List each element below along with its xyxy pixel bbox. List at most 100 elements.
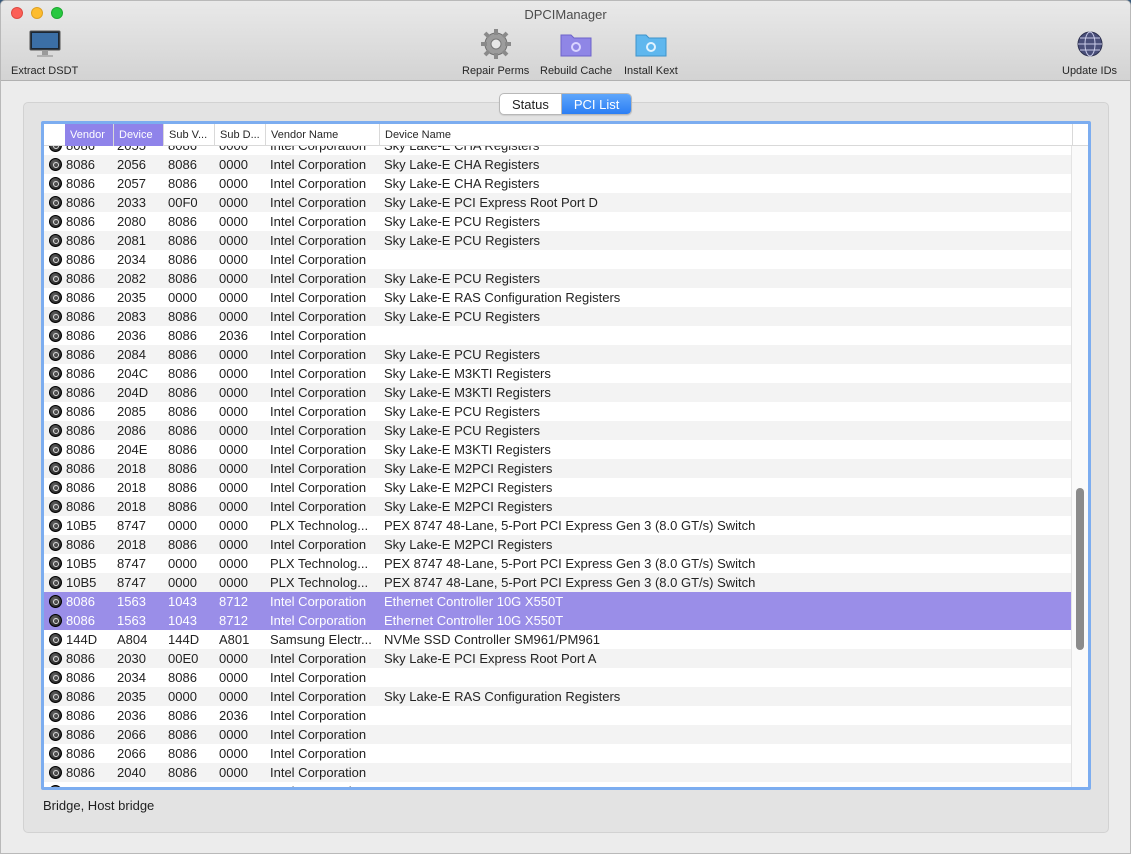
column-header-device[interactable]: Device — [114, 124, 164, 146]
table-row[interactable]: 8086 2057 8086 0000 Intel Corporation Sky Lak… — [44, 174, 1074, 193]
table-row[interactable]: 8086 2086 8086 0000 Intel Corporation Sky Lak… — [44, 421, 1074, 440]
table-row[interactable]: 8086 2030 00E0 0000 Intel Corporation Sky Lak… — [44, 649, 1074, 668]
device-info-icon[interactable] — [49, 652, 62, 665]
column-header-sub-vendor[interactable]: Sub V... — [164, 124, 215, 146]
install-kext-button[interactable]: Install Kext — [624, 27, 678, 77]
table-row[interactable]: 8086 2085 8086 0000 Intel Corporation Sky Lak… — [44, 402, 1074, 421]
device-info-icon[interactable] — [49, 633, 62, 646]
device-info-icon[interactable] — [49, 538, 62, 551]
device-info-icon[interactable] — [49, 519, 62, 532]
cell-sub-vendor: 8086 — [168, 366, 197, 381]
table-row[interactable]: 8086 204D 8086 0000 Intel Corporation Sky Lak… — [44, 383, 1074, 402]
table-row[interactable]: 8086 2066 8086 0000 Intel Corporation — [44, 744, 1074, 763]
extract-dsdt-button[interactable]: Extract DSDT — [11, 27, 78, 77]
table-row[interactable]: 8086 2083 8086 0000 Intel Corporation Sky Lak… — [44, 307, 1074, 326]
rebuild-cache-button[interactable]: Rebuild Cache — [540, 27, 612, 77]
table-row[interactable]: 8086 2036 8086 2036 Intel Corporation — [44, 706, 1074, 725]
cell-sub-device: 0000 — [219, 727, 248, 742]
table-row[interactable]: 8086 2018 8086 0000 Intel Corporation Sky Lak… — [44, 497, 1074, 516]
column-header-vendor[interactable]: Vendor — [65, 124, 114, 146]
cell-vendor-name: Intel Corporation — [270, 727, 367, 742]
tab-status[interactable]: Status — [500, 94, 561, 114]
table-row[interactable]: 8086 204C 8086 0000 Intel Corporation Sky Lak… — [44, 364, 1074, 383]
table-row[interactable]: 8086 2018 8086 0000 Intel Corporation Sky Lak… — [44, 535, 1074, 554]
table-row[interactable]: 8086 2018 8086 0000 Intel Corporation Sky Lak… — [44, 478, 1074, 497]
device-info-icon[interactable] — [49, 614, 62, 627]
install-kext-label: Install Kext — [624, 65, 678, 77]
device-info-icon[interactable] — [49, 367, 62, 380]
device-info-icon[interactable] — [49, 272, 62, 285]
repair-perms-button[interactable]: Repair Perms — [462, 27, 529, 77]
table-row[interactable]: 8086 2034 8086 0000 Intel Corporation — [44, 250, 1074, 269]
table-row[interactable]: 8086 2036 8086 2036 Intel Corporation — [44, 326, 1074, 345]
device-info-icon[interactable] — [49, 146, 62, 152]
table-row[interactable]: 8086 2034 8086 0000 Intel Corporation — [44, 668, 1074, 687]
cell-sub-device: 0000 — [219, 366, 248, 381]
table-row[interactable]: 8086 204E 8086 0000 Intel Corporation Sky Lak… — [44, 440, 1074, 459]
table-row[interactable]: 8086 2082 8086 0000 Intel Corporation Sky Lak… — [44, 269, 1074, 288]
device-info-icon[interactable] — [49, 215, 62, 228]
table-row[interactable]: 8086 2040 8086 0000 Intel Corporation — [44, 763, 1074, 782]
update-ids-button[interactable]: Update IDs — [1062, 27, 1117, 77]
table-row[interactable]: 8086 2081 8086 0000 Intel Corporation Sky Lak… — [44, 231, 1074, 250]
table-row[interactable]: 8086 2018 8086 0000 Intel Corporation Sky Lak… — [44, 459, 1074, 478]
device-info-icon[interactable] — [49, 253, 62, 266]
cell-sub-device: 0000 — [219, 499, 248, 514]
table-body[interactable]: 8086205580860000Intel CorporationSky Lak… — [44, 146, 1074, 787]
cell-sub-vendor: 8086 — [168, 157, 197, 172]
device-info-icon[interactable] — [49, 158, 62, 171]
device-info-icon[interactable] — [49, 310, 62, 323]
table-row[interactable]: 8086 2056 8086 0000 Intel Corporation Sky Lak… — [44, 155, 1074, 174]
device-info-icon[interactable] — [49, 291, 62, 304]
device-info-icon[interactable] — [49, 709, 62, 722]
device-info-icon[interactable] — [49, 785, 62, 787]
device-info-icon[interactable] — [49, 329, 62, 342]
column-header-vendor-name[interactable]: Vendor Name — [266, 124, 380, 146]
table-row[interactable]: 10B5 8747 0000 0000 PLX Technolog... PEX 8747… — [44, 516, 1074, 535]
tab-pci-list[interactable]: PCI List — [561, 94, 632, 114]
device-info-icon[interactable] — [49, 690, 62, 703]
device-info-icon[interactable] — [49, 405, 62, 418]
cell-sub-vendor: 8086 — [168, 727, 197, 742]
cell-sub-vendor: 8086 — [168, 271, 197, 286]
table-row[interactable]: 8086 1563 1043 8712 Intel Corporation Etherne… — [44, 592, 1074, 611]
device-info-icon[interactable] — [49, 177, 62, 190]
table-row[interactable]: 8086 2080 8086 0000 Intel Corporation Sky Lak… — [44, 212, 1074, 231]
device-info-icon[interactable] — [49, 500, 62, 513]
device-info-icon[interactable] — [49, 443, 62, 456]
pci-table[interactable]: Vendor Device Sub V... Sub D... Vendor N… — [41, 121, 1091, 790]
table-row[interactable]: 8086 2035 0000 0000 Intel Corporation Sky Lak… — [44, 687, 1074, 706]
column-header-device-name[interactable]: Device Name — [380, 124, 1073, 146]
cell-sub-device: 0000 — [219, 423, 248, 438]
device-info-icon[interactable] — [49, 481, 62, 494]
table-row[interactable]: 10B5 8747 0000 0000 PLX Technolog... PEX 8747… — [44, 554, 1074, 573]
table-row[interactable]: 8086 2066 8086 0000 Intel Corporation — [44, 725, 1074, 744]
device-info-icon[interactable] — [49, 766, 62, 779]
table-row[interactable]: 8086 2033 00F0 0000 Intel Corporation Sky Lak… — [44, 193, 1074, 212]
table-row[interactable]: 8086204180860000Intel Corporation — [44, 782, 1074, 787]
table-row[interactable]: 8086205580860000Intel CorporationSky Lak… — [44, 146, 1074, 155]
device-info-icon[interactable] — [49, 671, 62, 684]
scrollbar-thumb[interactable] — [1076, 488, 1084, 650]
device-info-icon[interactable] — [49, 234, 62, 247]
table-row[interactable]: 8086 2084 8086 0000 Intel Corporation Sky Lak… — [44, 345, 1074, 364]
column-header-sub-device[interactable]: Sub D... — [215, 124, 266, 146]
cell-sub-device: 0000 — [219, 746, 248, 761]
device-info-icon[interactable] — [49, 576, 62, 589]
table-row[interactable]: 8086 1563 1043 8712 Intel Corporation Etherne… — [44, 611, 1074, 630]
vertical-scrollbar[interactable] — [1071, 146, 1088, 787]
device-info-icon[interactable] — [49, 386, 62, 399]
table-row[interactable]: 10B5 8747 0000 0000 PLX Technolog... PEX 8747… — [44, 573, 1074, 592]
table-row[interactable]: 8086 2035 0000 0000 Intel Corporation Sky Lak… — [44, 288, 1074, 307]
device-info-icon[interactable] — [49, 557, 62, 570]
device-info-icon[interactable] — [49, 348, 62, 361]
device-info-icon[interactable] — [49, 196, 62, 209]
cell-device-name: Sky Lake-E PCI Express Root Port A — [384, 651, 597, 666]
device-info-icon[interactable] — [49, 728, 62, 741]
device-info-icon[interactable] — [49, 747, 62, 760]
device-info-icon[interactable] — [49, 595, 62, 608]
device-info-icon[interactable] — [49, 462, 62, 475]
cell-sub-device: 0000 — [219, 442, 248, 457]
table-row[interactable]: 144D A804 144D A801 Samsung Electr... NVMe SS… — [44, 630, 1074, 649]
device-info-icon[interactable] — [49, 424, 62, 437]
